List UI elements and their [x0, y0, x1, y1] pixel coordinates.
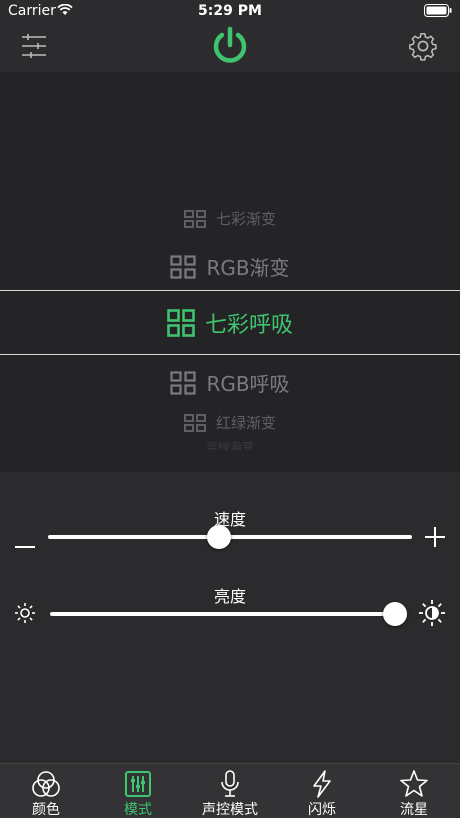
color-circles-icon	[32, 771, 60, 797]
picker-item-label: RGB渐变	[206, 256, 290, 280]
mode-sliders-icon	[125, 771, 151, 797]
tab-bar: 颜色 模式 声控模式 闪烁 流星	[0, 763, 460, 818]
picker-item[interactable]: RGB呼吸	[0, 368, 460, 397]
speed-slider-thumb[interactable]	[207, 525, 232, 549]
brightness-slider-track[interactable]	[50, 612, 395, 616]
picker-item-label: RGB呼吸	[206, 372, 290, 396]
brightness-slider-thumb[interactable]	[383, 602, 407, 626]
plus-icon[interactable]	[425, 527, 445, 551]
top-bar: Carrier 5:29 PM	[0, 0, 460, 72]
star-icon	[400, 770, 428, 797]
power-icon[interactable]	[210, 26, 250, 70]
picker-item[interactable]: 蓝绿渐变	[0, 442, 460, 450]
tab-mode[interactable]: 模式	[92, 764, 184, 818]
picker-item[interactable]: RGB渐变	[0, 252, 460, 281]
picker-item-label: 七彩渐变	[215, 210, 276, 228]
sliders-icon[interactable]	[20, 32, 48, 64]
picker-item-label: 蓝绿渐变	[205, 442, 254, 450]
selection-divider-top	[0, 290, 460, 291]
tab-voice-mode[interactable]: 声控模式	[184, 764, 276, 818]
selection-divider-bottom	[0, 354, 460, 355]
grid-icon	[170, 370, 197, 395]
status-bar: Carrier 5:29 PM	[0, 0, 460, 24]
tab-color[interactable]: 颜色	[0, 764, 92, 818]
mode-picker[interactable]: 七彩渐变 RGB渐变 七彩呼吸 RGB呼吸 红绿渐变 蓝绿渐变	[0, 72, 460, 472]
gear-icon[interactable]	[408, 31, 438, 65]
microphone-icon	[221, 770, 239, 797]
grid-icon	[183, 413, 206, 432]
tab-label: 声控模式	[202, 802, 258, 818]
tab-label: 颜色	[32, 802, 60, 818]
speed-label: 速度	[213, 510, 246, 529]
sun-dim-icon[interactable]	[14, 602, 36, 628]
clock: 5:29 PM	[198, 3, 262, 19]
tab-meteor[interactable]: 流星	[368, 764, 460, 818]
picker-item-label: 红绿渐变	[215, 414, 276, 432]
tab-flash[interactable]: 闪烁	[276, 764, 368, 818]
grid-icon	[167, 309, 195, 337]
minus-icon[interactable]	[15, 534, 35, 553]
grid-icon	[183, 209, 206, 228]
picker-item-label: 七彩呼吸	[204, 313, 293, 338]
picker-item[interactable]: 红绿渐变	[0, 412, 460, 433]
sun-bright-icon[interactable]	[418, 599, 446, 631]
lightning-icon	[313, 770, 331, 798]
tab-label: 模式	[124, 802, 152, 818]
picker-item-selected[interactable]: 七彩呼吸	[0, 307, 460, 339]
tab-label: 流星	[400, 802, 428, 818]
battery-icon	[424, 4, 452, 21]
picker-item[interactable]: 七彩渐变	[0, 208, 460, 229]
tab-label: 闪烁	[308, 802, 336, 818]
grid-icon	[170, 254, 197, 279]
